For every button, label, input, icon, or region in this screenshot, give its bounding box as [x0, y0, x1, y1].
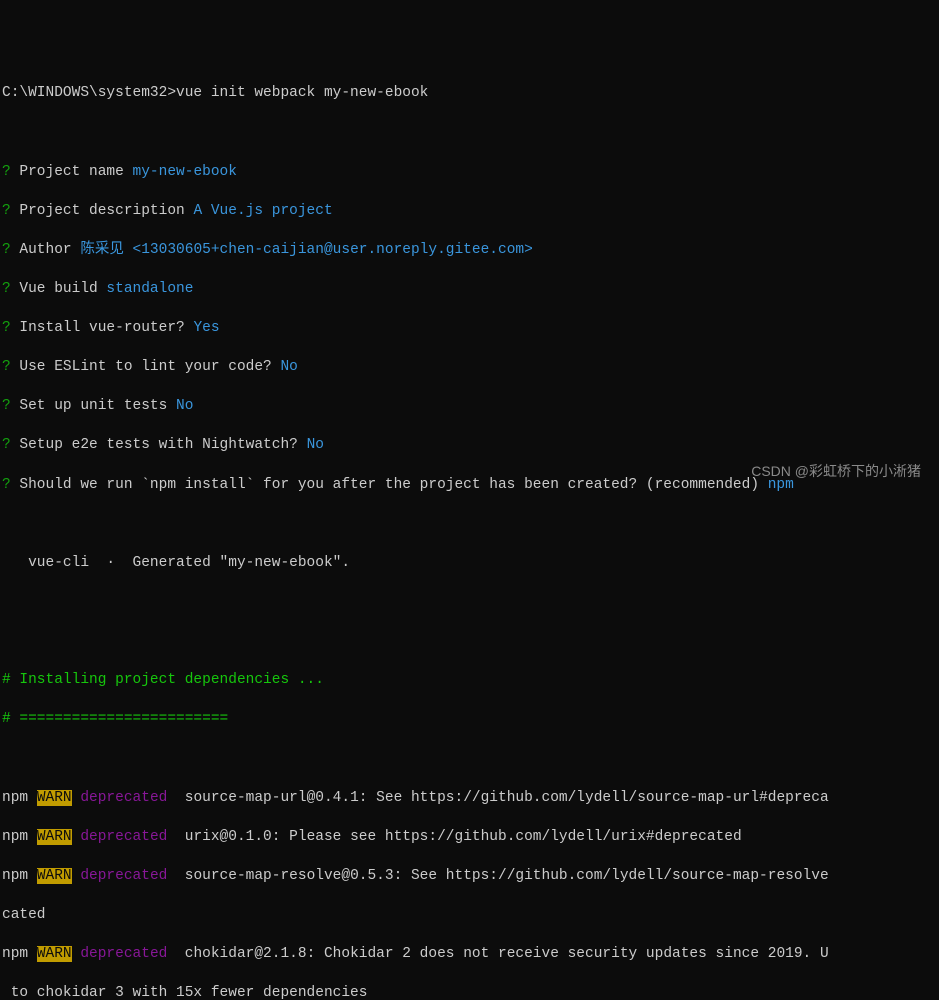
- npm-prefix: npm: [2, 868, 37, 884]
- question-eslint: ? Use ESLint to lint your code? No: [2, 358, 937, 378]
- warn-line-4-cont: to chokidar 3 with 15x fewer dependencie…: [2, 984, 937, 1000]
- question-author: ? Author 陈采见 <13030605+chen-caijian@user…: [2, 241, 937, 261]
- answer: A Vue.js project: [193, 203, 332, 219]
- hash-line: # ========================: [2, 711, 228, 727]
- question-mark: ?: [2, 477, 11, 493]
- question-mark: ?: [2, 320, 11, 336]
- npm-prefix: npm: [2, 790, 37, 806]
- question-e2e-tests: ? Setup e2e tests with Nightwatch? No: [2, 436, 937, 456]
- question-mark: ?: [2, 437, 11, 453]
- warn-line-2: npm WARN deprecated urix@0.1.0: Please s…: [2, 828, 937, 848]
- cated-text: cated: [2, 907, 46, 923]
- hash: #: [2, 672, 19, 688]
- answer: 陈采见 <13030605+chen-caijian@user.noreply.…: [80, 242, 532, 258]
- generated-message: vue-cli · Generated "my-new-ebook".: [2, 554, 937, 574]
- question-project-name: ? Project name my-new-ebook: [2, 163, 937, 183]
- deprecated-label: deprecated: [72, 946, 176, 962]
- question-mark: ?: [2, 203, 11, 219]
- installing-divider: # ========================: [2, 710, 937, 730]
- answer: Yes: [193, 320, 219, 336]
- blank-line: [2, 749, 937, 769]
- blank-line: [2, 632, 937, 652]
- warn-badge: WARN: [37, 829, 72, 845]
- answer: No: [280, 359, 297, 375]
- warn-badge: WARN: [37, 946, 72, 962]
- warn-message: urix@0.1.0: Please see https://github.co…: [176, 829, 742, 845]
- answer: standalone: [106, 281, 193, 297]
- question-label: Install vue-router?: [11, 320, 194, 336]
- question-label: Should we run `npm install` for you afte…: [11, 477, 768, 493]
- question-label: Vue build: [11, 281, 107, 297]
- answer: No: [176, 398, 193, 414]
- blank-line: [2, 593, 937, 613]
- question-label: Project description: [11, 203, 194, 219]
- warn-message: source-map-resolve@0.5.3: See https://gi…: [176, 868, 829, 884]
- question-project-description: ? Project description A Vue.js project: [2, 202, 937, 222]
- answer: No: [307, 437, 324, 453]
- command: vue init webpack my-new-ebook: [176, 85, 428, 101]
- deprecated-label: deprecated: [72, 829, 176, 845]
- npm-prefix: npm: [2, 829, 37, 845]
- question-mark: ?: [2, 242, 11, 258]
- warn-line-4: npm WARN deprecated chokidar@2.1.8: Chok…: [2, 945, 937, 965]
- question-mark: ?: [2, 398, 11, 414]
- warn-message: source-map-url@0.4.1: See https://github…: [176, 790, 829, 806]
- warn-line-3: npm WARN deprecated source-map-resolve@0…: [2, 867, 937, 887]
- question-label: Author: [11, 242, 81, 258]
- warn-line-1: npm WARN deprecated source-map-url@0.4.1…: [2, 789, 937, 809]
- question-mark: ?: [2, 164, 11, 180]
- installing-text: Installing project dependencies ...: [19, 672, 324, 688]
- warn-badge: WARN: [37, 868, 72, 884]
- command-line: C:\WINDOWS\system32>vue init webpack my-…: [2, 84, 937, 104]
- question-label: Setup e2e tests with Nightwatch?: [11, 437, 307, 453]
- warn-cont: to chokidar 3 with 15x fewer dependencie…: [2, 985, 367, 1000]
- watermark: CSDN @彩虹桥下的小淅猪: [751, 462, 921, 481]
- question-unit-tests: ? Set up unit tests No: [2, 397, 937, 417]
- question-vue-build: ? Vue build standalone: [2, 280, 937, 300]
- blank-line: [2, 515, 937, 535]
- prompt-path: C:\WINDOWS\system32>: [2, 85, 176, 101]
- question-mark: ?: [2, 359, 11, 375]
- warn-line-3-cont: cated: [2, 906, 937, 926]
- deprecated-label: deprecated: [72, 868, 176, 884]
- deprecated-label: deprecated: [72, 790, 176, 806]
- generated-text: vue-cli · Generated "my-new-ebook".: [2, 555, 350, 571]
- answer: my-new-ebook: [133, 164, 237, 180]
- question-label: Use ESLint to lint your code?: [11, 359, 281, 375]
- blank-line: [2, 123, 937, 143]
- question-label: Set up unit tests: [11, 398, 176, 414]
- npm-prefix: npm: [2, 946, 37, 962]
- question-label: Project name: [11, 164, 133, 180]
- installing-header: # Installing project dependencies ...: [2, 671, 937, 691]
- warn-badge: WARN: [37, 790, 72, 806]
- question-mark: ?: [2, 281, 11, 297]
- warn-message: chokidar@2.1.8: Chokidar 2 does not rece…: [176, 946, 829, 962]
- question-vue-router: ? Install vue-router? Yes: [2, 319, 937, 339]
